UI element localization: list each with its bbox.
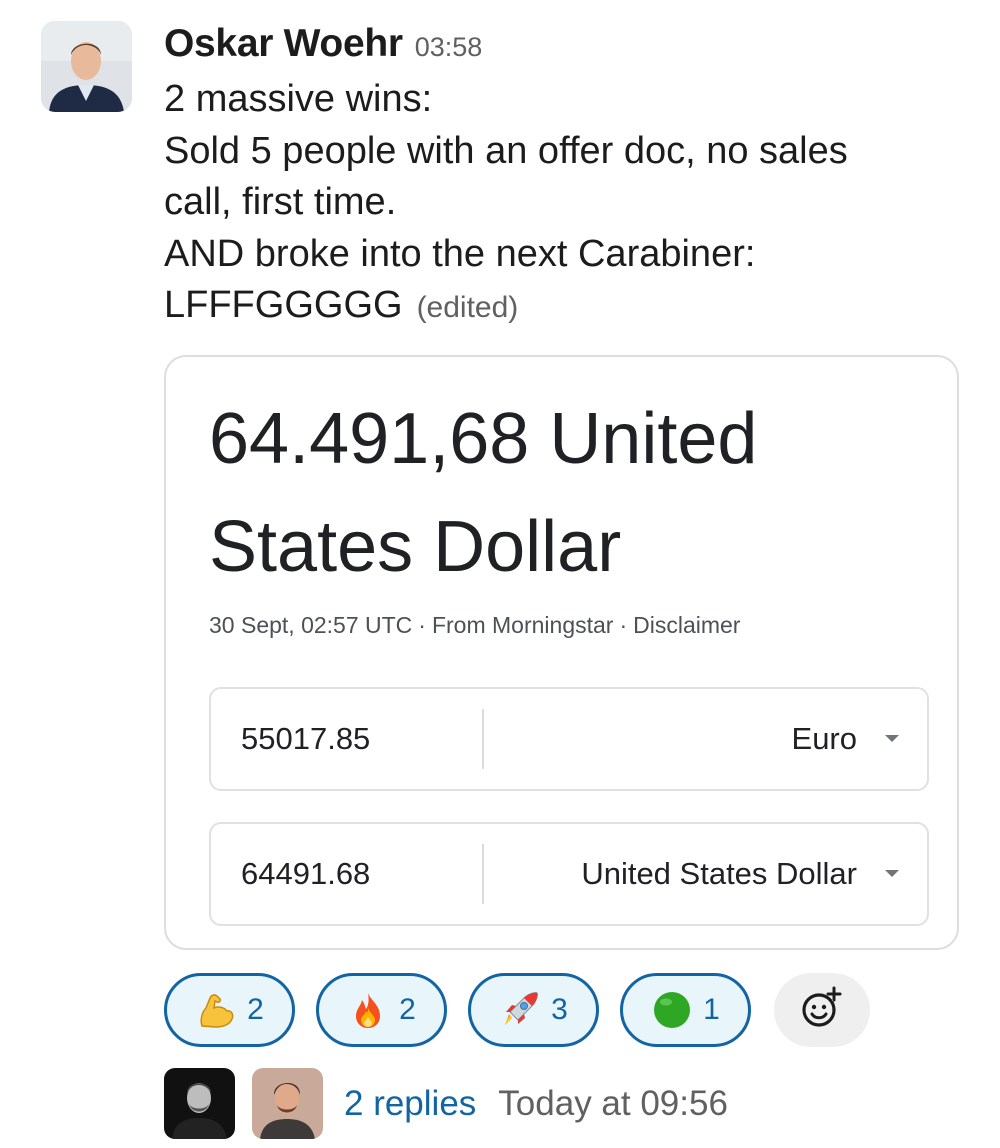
to-amount-field: 64491.68 — [241, 856, 371, 891]
add-reaction-button[interactable] — [774, 973, 870, 1047]
add-emoji-icon — [799, 985, 845, 1036]
meta-separator: · — [619, 612, 628, 638]
conversion-source: From Morningstar — [431, 612, 614, 638]
from-currency-select: Euro — [791, 721, 857, 756]
thread-summary[interactable]: 2 replies Today at 09:56 — [164, 1068, 728, 1139]
replier-avatar[interactable] — [252, 1068, 323, 1139]
edited-label: (edited) — [416, 291, 519, 324]
replies-link[interactable]: 2 replies — [344, 1084, 476, 1124]
message-line: Sold 5 people with an offer doc, no sale… — [164, 129, 848, 172]
dropdown-caret-icon — [885, 735, 899, 742]
dropdown-caret-icon — [885, 870, 899, 877]
reactions-bar: 2 2 3 1 — [164, 973, 870, 1047]
disclaimer-link: Disclaimer — [633, 612, 741, 638]
meta-separator: · — [418, 612, 426, 638]
field-divider — [482, 709, 484, 769]
message-line: 2 massive wins: — [164, 78, 433, 120]
message-timestamp[interactable]: 03:58 — [415, 32, 483, 63]
reaction-rocket[interactable]: 3 — [468, 973, 599, 1047]
conversion-result: 64.491,68 United States Dollar — [209, 385, 909, 601]
rocket-icon — [499, 989, 541, 1031]
conversion-timestamp: 30 Sept, 02:57 UTC — [209, 612, 413, 638]
message-line: AND broke into the next Carabiner: — [164, 232, 756, 275]
sender-avatar[interactable] — [41, 21, 132, 112]
message-body: Oskar Woehr 03:58 2 massive wins: Sold 5… — [164, 22, 964, 334]
field-divider — [482, 844, 484, 904]
conversion-result-line2: States Dollar — [209, 507, 622, 587]
reaction-count: 2 — [247, 993, 264, 1026]
from-amount-field: 55017.85 — [241, 721, 371, 756]
to-currency-row: 64491.68 United States Dollar — [209, 822, 929, 926]
message-line-last: LFFFGGGGG (edited) — [164, 280, 964, 334]
message-line: call, first time. — [164, 181, 397, 223]
reaction-fire[interactable]: 2 — [316, 973, 447, 1047]
conversion-result-line1: 64.491,68 United — [209, 399, 758, 479]
message-line-text: LFFFGGGGG — [164, 284, 403, 326]
last-reply-time: Today at 09:56 — [498, 1083, 728, 1123]
flexed-biceps-icon — [195, 989, 237, 1031]
conversion-meta: 30 Sept, 02:57 UTC · From Morningstar · Disc… — [209, 612, 740, 639]
green-circle-icon — [651, 989, 693, 1031]
reaction-count: 3 — [551, 993, 568, 1026]
sender-name[interactable]: Oskar Woehr — [164, 22, 403, 66]
reaction-green-circle[interactable]: 1 — [620, 973, 751, 1047]
reaction-flexed-biceps[interactable]: 2 — [164, 973, 295, 1047]
replier-avatar[interactable] — [164, 1068, 235, 1139]
image-attachment[interactable]: 64.491,68 United States Dollar 30 Sept, … — [164, 355, 959, 950]
reaction-count: 1 — [703, 993, 720, 1026]
to-currency-select: United States Dollar — [581, 856, 857, 891]
message-header: Oskar Woehr 03:58 — [164, 22, 964, 74]
reaction-count: 2 — [399, 993, 416, 1026]
fire-icon — [347, 989, 389, 1031]
from-currency-row: 55017.85 Euro — [209, 687, 929, 791]
